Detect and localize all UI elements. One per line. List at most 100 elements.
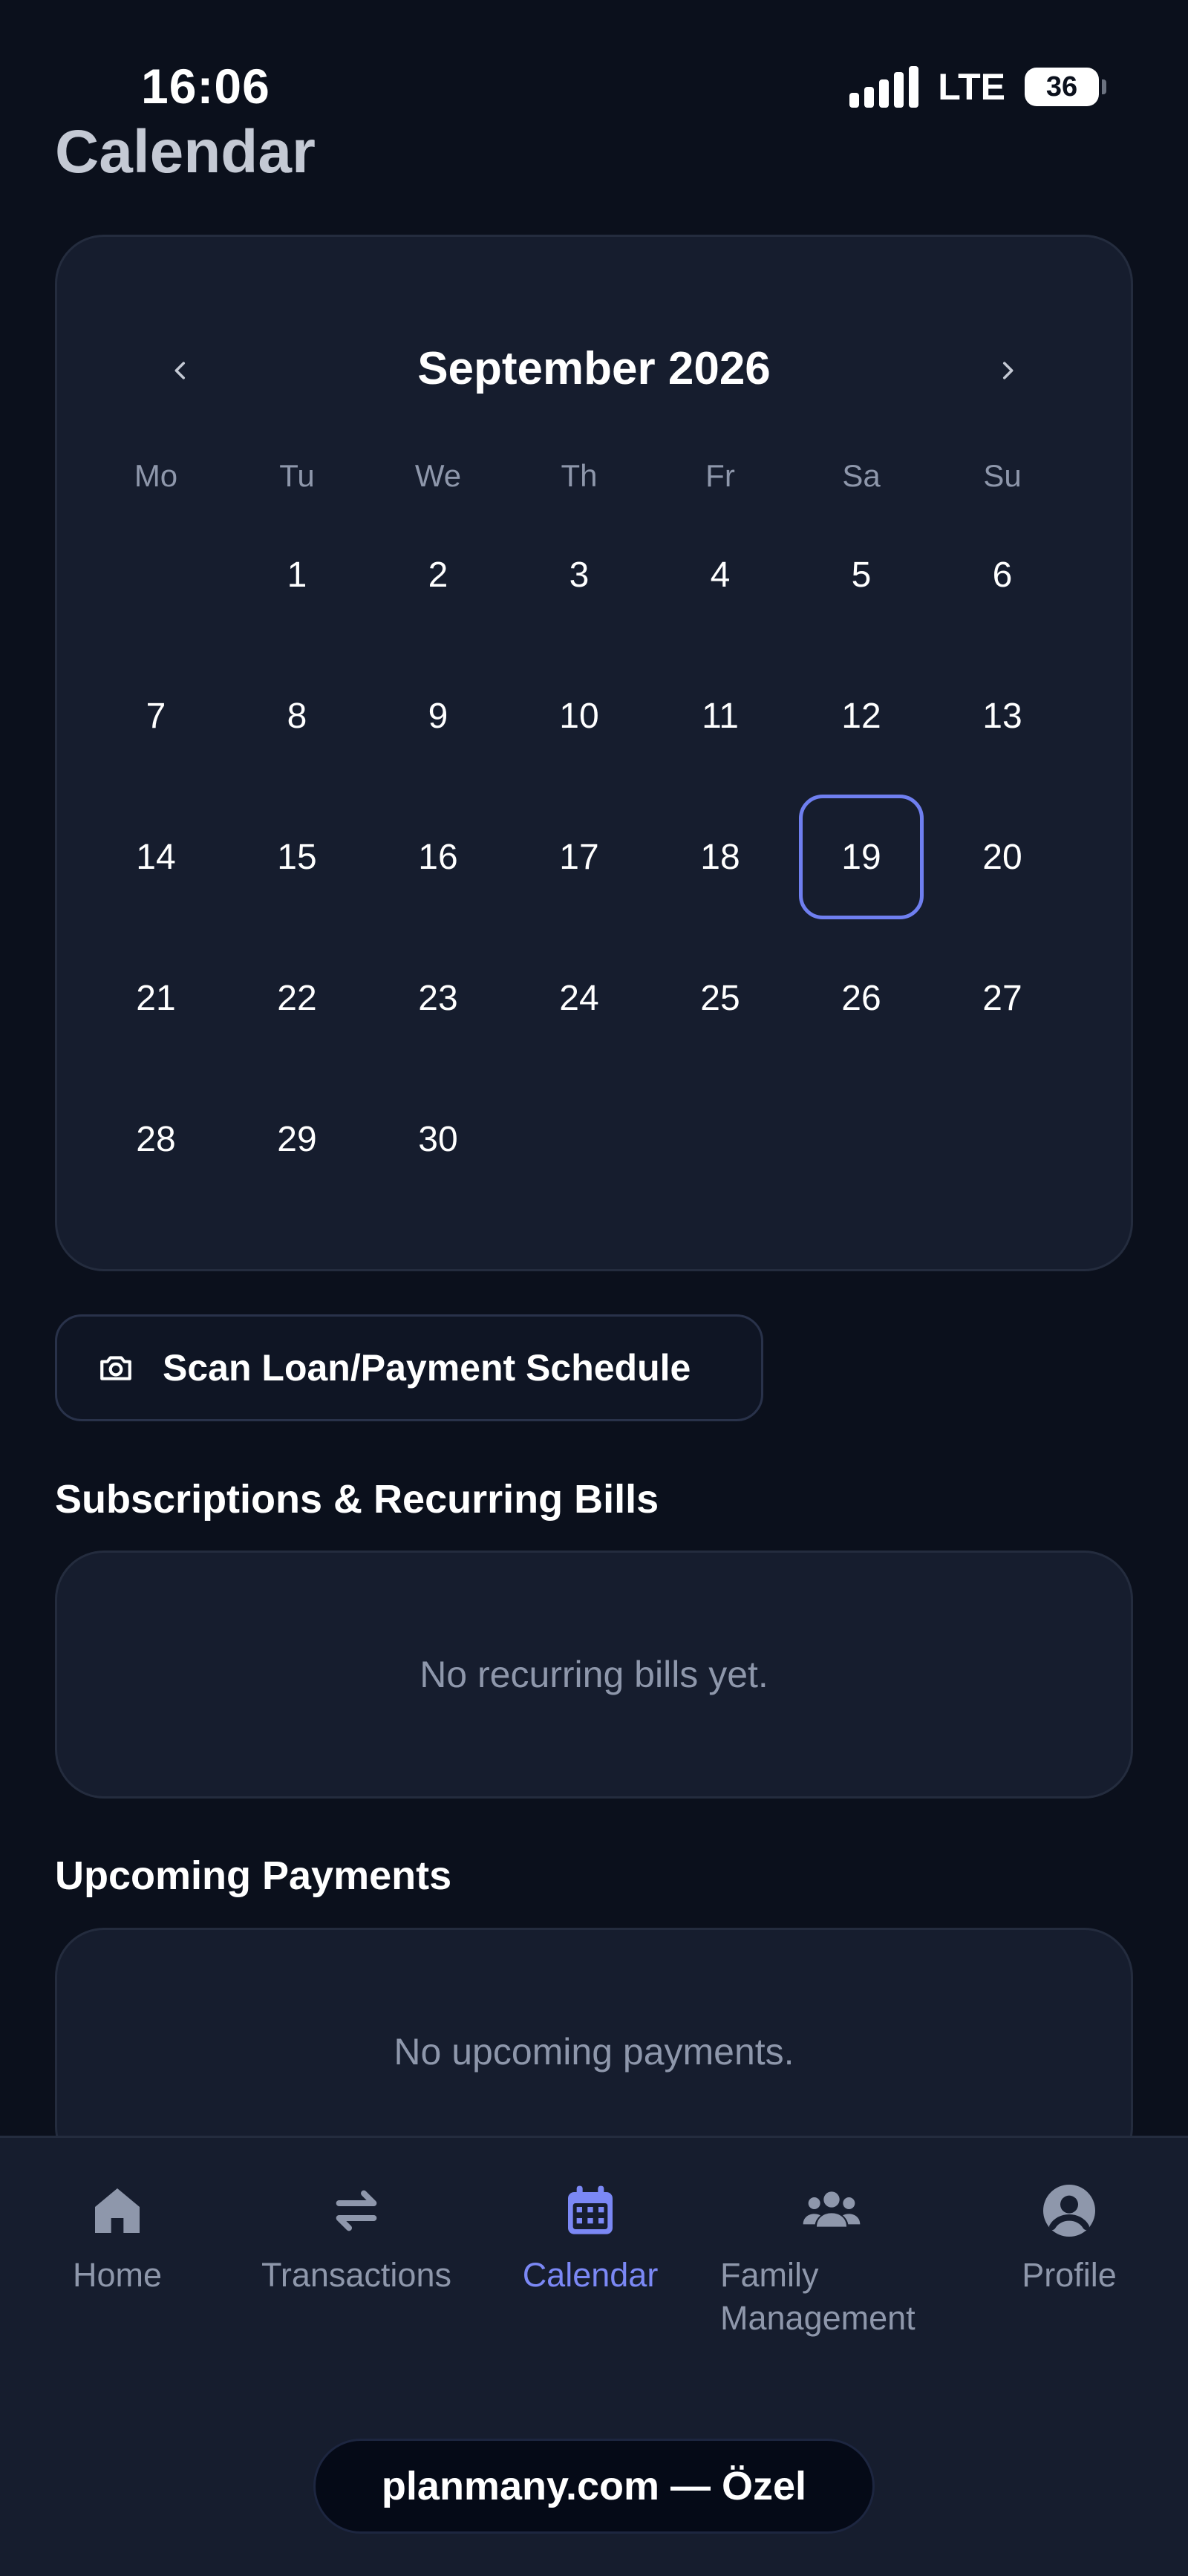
weekday-label: Tu [279, 458, 315, 493]
calendar-day[interactable]: 22 [226, 927, 368, 1069]
calendar-day-number: 12 [841, 696, 881, 736]
next-month-button[interactable] [963, 326, 1052, 415]
calendar-day[interactable]: 13 [932, 645, 1073, 786]
calendar-day-number: 26 [841, 978, 881, 1018]
calendar-day[interactable]: 28 [85, 1069, 226, 1210]
camera-icon [100, 1356, 131, 1380]
calendar-day-number: 1 [287, 555, 307, 595]
nav-label-home: Home [72, 2256, 163, 2294]
calendar-day[interactable]: 8 [226, 645, 368, 786]
calendar-day-number: 28 [136, 1119, 176, 1159]
nav-label-family-management: Family Management [720, 2256, 916, 2337]
scan-schedule-button[interactable]: Scan Loan/Payment Schedule [55, 1314, 763, 1421]
nav-item-profile[interactable]: Profile [995, 2181, 1143, 2297]
calendar-day[interactable]: 4 [650, 504, 791, 645]
signal-icon [849, 66, 919, 108]
weekday-label: Fr [705, 458, 735, 493]
calendar-day[interactable]: 21 [85, 927, 226, 1069]
calendar-day-number: 27 [982, 978, 1022, 1018]
calendar-day-number: 15 [277, 837, 317, 877]
calendar-day[interactable]: 9 [368, 645, 509, 786]
calendar-day[interactable]: 2 [368, 504, 509, 645]
calendar-day[interactable]: 16 [368, 786, 509, 927]
calendar-day[interactable]: 7 [85, 645, 226, 786]
calendar-grid: 1 2 3 4 5 6 7 8 9 10 11 12 13 14 15 16 17 18 19 20 21 22 23 24 2… [85, 504, 1073, 1210]
weekday-label: Th [561, 458, 598, 493]
browser-url-bar[interactable]: planmany.com — Özel [313, 2439, 875, 2534]
calendar-day[interactable]: 30 [368, 1069, 509, 1210]
nav-item-calendar[interactable]: Calendar [505, 2181, 676, 2297]
chevron-right-icon [1002, 362, 1014, 379]
weekday-row: Mo Tu We Th Fr Sa Su [85, 458, 1073, 503]
calendar-day[interactable]: 15 [226, 786, 368, 927]
weekday-label: Sa [842, 458, 881, 493]
calendar-day-number: 8 [287, 696, 307, 736]
weekday-label: Su [983, 458, 1022, 493]
nav-item-family-management[interactable]: Family Management [713, 2181, 950, 2340]
calendar-day-number: 14 [136, 837, 176, 877]
network-type: LTE [938, 66, 1005, 108]
calendar-day[interactable]: 29 [226, 1069, 368, 1210]
calendar-day-number: 5 [851, 555, 872, 595]
calendar-day-number: 23 [418, 978, 458, 1018]
recurring-bills-card: No recurring bills yet. [55, 1551, 1133, 1799]
calendar-icon [568, 2185, 613, 2234]
calendar-day-number: 7 [146, 696, 166, 736]
calendar-day[interactable]: 17 [509, 786, 650, 927]
battery-icon: 36 [1025, 68, 1106, 106]
calendar-header: September 2026 [57, 326, 1131, 415]
calendar-day[interactable]: 27 [932, 927, 1073, 1069]
calendar-day-number: 9 [428, 696, 448, 736]
nav-label-calendar: Calendar [522, 2256, 659, 2294]
calendar-day-number: 17 [559, 837, 599, 877]
calendar-day[interactable]: 18 [650, 786, 791, 927]
calendar-day-selected[interactable]: 19 [791, 786, 932, 927]
calendar-day-number: 4 [710, 555, 731, 595]
calendar-day[interactable]: 24 [509, 927, 650, 1069]
calendar-day-number: 25 [700, 978, 740, 1018]
nav-item-home[interactable]: Home [43, 2181, 192, 2297]
calendar-day[interactable]: 25 [650, 927, 791, 1069]
calendar-day[interactable]: 11 [650, 645, 791, 786]
calendar-day[interactable]: 26 [791, 927, 932, 1069]
home-icon [95, 2188, 140, 2233]
upcoming-section-title: Upcoming Payments [55, 1853, 452, 1898]
nav-label-profile: Profile [1022, 2256, 1117, 2294]
calendar-day[interactable]: 20 [932, 786, 1073, 927]
calendar-day[interactable]: 1 [226, 504, 368, 645]
calendar-day[interactable]: 5 [791, 504, 932, 645]
upcoming-empty-message: No upcoming payments. [394, 2031, 794, 2073]
recurring-empty-message: No recurring bills yet. [420, 1654, 768, 1695]
calendar-day[interactable]: 23 [368, 927, 509, 1069]
calendar-day[interactable]: 14 [85, 786, 226, 927]
calendar-card: September 2026 Mo Tu We Th Fr Sa Su 1234567891… [55, 235, 1133, 1271]
calendar-day-number: 19 [799, 795, 924, 919]
calendar-blank-cell [85, 504, 226, 645]
calendar-day-number: 29 [277, 1119, 317, 1159]
status-indicators: LTE 36 [849, 65, 1106, 108]
calendar-day-number: 21 [136, 978, 176, 1018]
user-circle-icon [1043, 2185, 1095, 2237]
calendar-day-number: 6 [992, 555, 1013, 595]
calendar-day-number: 11 [702, 696, 739, 736]
calendar-day[interactable]: 6 [932, 504, 1073, 645]
nav-item-transactions[interactable]: Transactions [245, 2181, 468, 2297]
calendar-day[interactable]: 12 [791, 645, 932, 786]
users-group-icon [803, 2191, 861, 2227]
calendar-day[interactable]: 3 [509, 504, 650, 645]
arrows-exchange-icon [336, 2190, 377, 2231]
calendar-day-number: 16 [418, 837, 458, 877]
scan-button-label: Scan Loan/Payment Schedule [163, 1347, 691, 1389]
calendar-day-number: 10 [559, 696, 599, 736]
calendar-day[interactable]: 10 [509, 645, 650, 786]
calendar-day-number: 22 [277, 978, 317, 1018]
nav-label-transactions: Transactions [261, 2256, 451, 2294]
battery-level: 36 [1045, 71, 1078, 102]
calendar-day-number: 13 [982, 696, 1022, 736]
calendar-day-number: 30 [418, 1119, 458, 1159]
recurring-section-title: Subscriptions & Recurring Bills [55, 1477, 659, 1522]
calendar-day-number: 3 [569, 555, 590, 595]
calendar-day-number: 2 [428, 555, 448, 595]
status-time: 16:06 [141, 59, 270, 114]
weekday-label: Mo [134, 458, 178, 493]
